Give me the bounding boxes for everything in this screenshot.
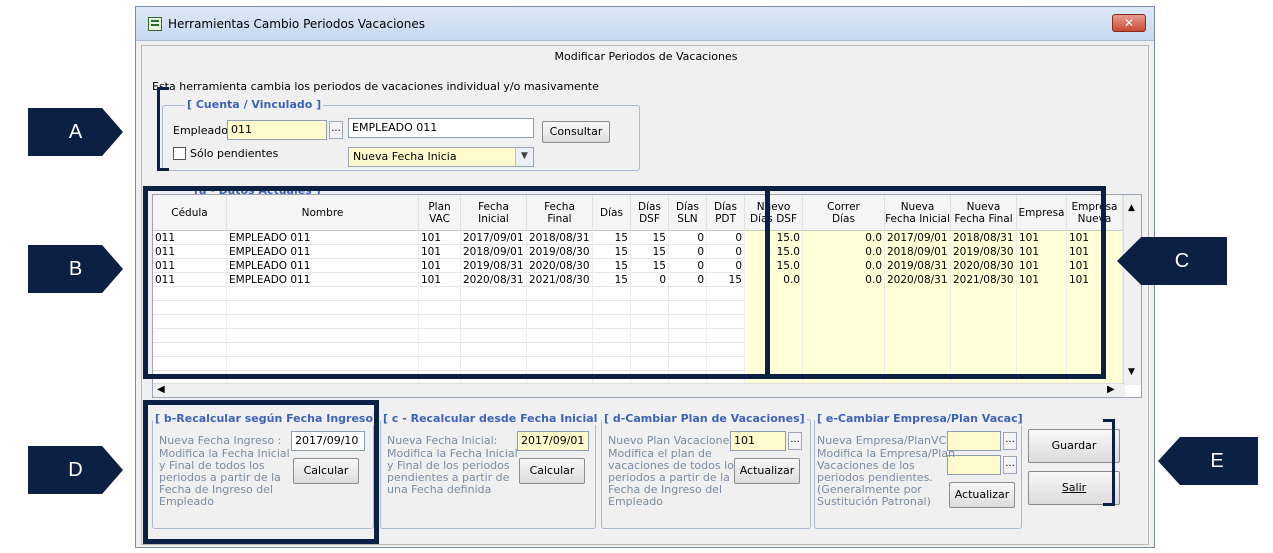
nueva-empresa-input[interactable] (947, 431, 1001, 451)
window-title: Herramientas Cambio Periodos Vacaciones (168, 17, 426, 31)
chevron-down-icon: ▼ (515, 148, 533, 166)
annotation-bracket-e (1103, 419, 1115, 506)
actualizar-plan-button[interactable]: Actualizar (734, 458, 800, 484)
empleado-name-field: EMPLEADO 011 (348, 118, 534, 138)
solo-pendientes-label: Sólo pendientes (190, 147, 279, 160)
nueva-fecha-inicial-input[interactable]: 2017/09/01 (517, 431, 589, 451)
cuenta-group: [ Cuenta / Vinculado ] Empleado : 011 ..… (162, 98, 640, 171)
empleado-lookup-button[interactable]: ... (329, 121, 343, 139)
panel-e-description: Modifica la Empresa/Plan Vacaciones de l… (817, 447, 956, 508)
callout-d: D (28, 446, 123, 494)
callout-e-label: E (1210, 449, 1224, 472)
chevron-up-icon[interactable]: ▲ (1128, 203, 1135, 213)
consultar-button[interactable]: Consultar (542, 121, 610, 143)
panel-d-legend: [ d-Cambiar Plan de Vacaciones] (602, 412, 807, 425)
calcular-fecha-inicial-button[interactable]: Calcular (519, 458, 585, 484)
callout-a: A (28, 108, 123, 156)
chevron-right-icon[interactable]: ▶ (1107, 384, 1115, 395)
callout-a-label: A (68, 120, 83, 143)
callout-c-label: C (1174, 249, 1190, 272)
highlight-box-c (765, 186, 1106, 379)
page-description: Esta herramienta cambia los periodos de … (152, 80, 599, 93)
close-button[interactable]: ✕ (1112, 14, 1146, 32)
panel-d: [ d-Cambiar Plan de Vacaciones] Nuevo Pl… (601, 412, 811, 529)
app-icon (148, 17, 162, 31)
empresa-lookup-button[interactable]: ... (1003, 432, 1017, 450)
actualizar-empresa-button[interactable]: Actualizar (949, 482, 1015, 508)
panel-d-label: Nuevo Plan Vacaciones : (608, 434, 743, 447)
horizontal-scrollbar[interactable]: ◀ ▶ (153, 383, 1125, 397)
callout-b-label: B (68, 257, 83, 280)
planvc-lookup-button[interactable]: ... (1003, 456, 1017, 474)
panel-e-label: Nueva Empresa/PlanVC : (817, 434, 954, 447)
annotation-bracket-a (157, 87, 169, 171)
highlight-box-d (143, 400, 379, 544)
page-title: Modificar Periodos de Vacaciones (554, 50, 738, 63)
plan-lookup-button[interactable]: ... (788, 432, 802, 450)
panel-e: [ e-Cambiar Empresa/Plan Vacac] Nueva Em… (814, 412, 1025, 529)
empleado-label: Empleado : (173, 124, 236, 137)
callout-e: E (1158, 437, 1258, 485)
solo-pendientes-checkbox[interactable] (173, 147, 186, 160)
panel-c-label: Nueva Fecha Inicial: (387, 434, 498, 447)
panel-e-legend: [ e-Cambiar Empresa/Plan Vacac] (815, 412, 1025, 425)
panel-c: [ c - Recalcular desde Fecha Inicial ] N… (380, 412, 609, 529)
callout-b: B (28, 245, 123, 293)
title-bar: Herramientas Cambio Periodos Vacaciones … (136, 7, 1154, 41)
panel-c-description: Modifica la Fecha Inicial y Final de los… (387, 447, 518, 496)
empleado-code-input[interactable]: 011 (227, 120, 327, 140)
chevron-left-icon[interactable]: ◀ (157, 384, 165, 395)
cuenta-legend: [ Cuenta / Vinculado ] (185, 98, 324, 111)
callout-d-label: D (68, 458, 83, 481)
mode-select[interactable]: Nueva Fecha Inicia ▼ (348, 147, 534, 167)
panel-d-description: Modifica el plan de vacaciones de todos … (608, 447, 740, 508)
vertical-scrollbar[interactable]: ▲ ▼ (1123, 195, 1141, 385)
nuevo-planvc-input[interactable] (947, 455, 1001, 475)
panel-c-legend: [ c - Recalcular desde Fecha Inicial ] (381, 412, 609, 425)
mode-select-value: Nueva Fecha Inicia (353, 150, 457, 163)
chevron-down-icon[interactable]: ▼ (1128, 367, 1135, 377)
